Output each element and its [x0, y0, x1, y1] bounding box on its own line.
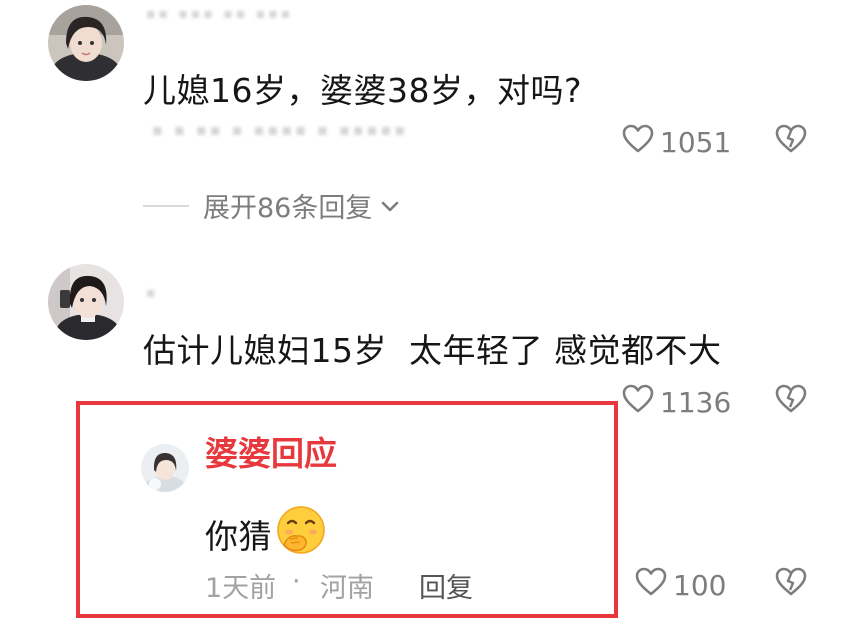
- broken-heart-icon: [775, 567, 807, 601]
- broken-heart-icon: [775, 124, 807, 158]
- reply-button[interactable]: 回复: [419, 566, 473, 605]
- meta-separator: ·: [292, 566, 301, 597]
- reply-time: 1天前: [205, 573, 277, 604]
- dislike-button[interactable]: [775, 567, 807, 601]
- chevron-down-icon: [380, 190, 400, 221]
- expand-replies-button[interactable]: 展开86条回复: [143, 186, 400, 225]
- avatar-commenter-1[interactable]: [48, 5, 124, 81]
- like-count: 1136: [660, 386, 732, 419]
- broken-heart-icon: [775, 384, 807, 418]
- blurred-username: ▪: [146, 285, 159, 301]
- avatar-commenter-2[interactable]: [48, 264, 124, 340]
- dislike-button[interactable]: [775, 124, 807, 158]
- reply-location: 河南: [320, 573, 374, 604]
- expand-divider: [143, 204, 189, 207]
- smirk-cover-mouth-emoji: [274, 505, 328, 563]
- comment-text: 估计儿媳妇15岁 太年轻了 感觉都不大: [143, 331, 722, 370]
- comment-text: 儿媳16岁，婆婆38岁，对吗?: [143, 71, 582, 110]
- reply-author-name[interactable]: 婆婆回应: [205, 427, 337, 475]
- blurred-translation: ▪ ▪ ▪▪ ▪ ▪▪▪▪ ▪ ▪▪▪▪▪: [152, 120, 409, 139]
- reply-text-row: 你猜: [205, 505, 328, 563]
- like-button[interactable]: 1051: [622, 124, 731, 161]
- dislike-button[interactable]: [775, 384, 807, 418]
- blurred-username: ▪▪ ▪▪▪ ▪▪ ▪▪▪: [146, 6, 294, 22]
- like-count: 1051: [660, 126, 732, 159]
- expand-replies-label: 展开86条回复: [203, 193, 373, 224]
- avatar-reply-author[interactable]: [141, 444, 189, 492]
- like-count: 100: [673, 569, 727, 602]
- heart-outline-icon: [622, 124, 654, 161]
- reply-text: 你猜: [205, 517, 272, 556]
- like-button[interactable]: 100: [635, 567, 726, 604]
- heart-outline-icon: [635, 567, 667, 604]
- heart-outline-icon: [622, 384, 654, 421]
- like-button[interactable]: 1136: [622, 384, 731, 421]
